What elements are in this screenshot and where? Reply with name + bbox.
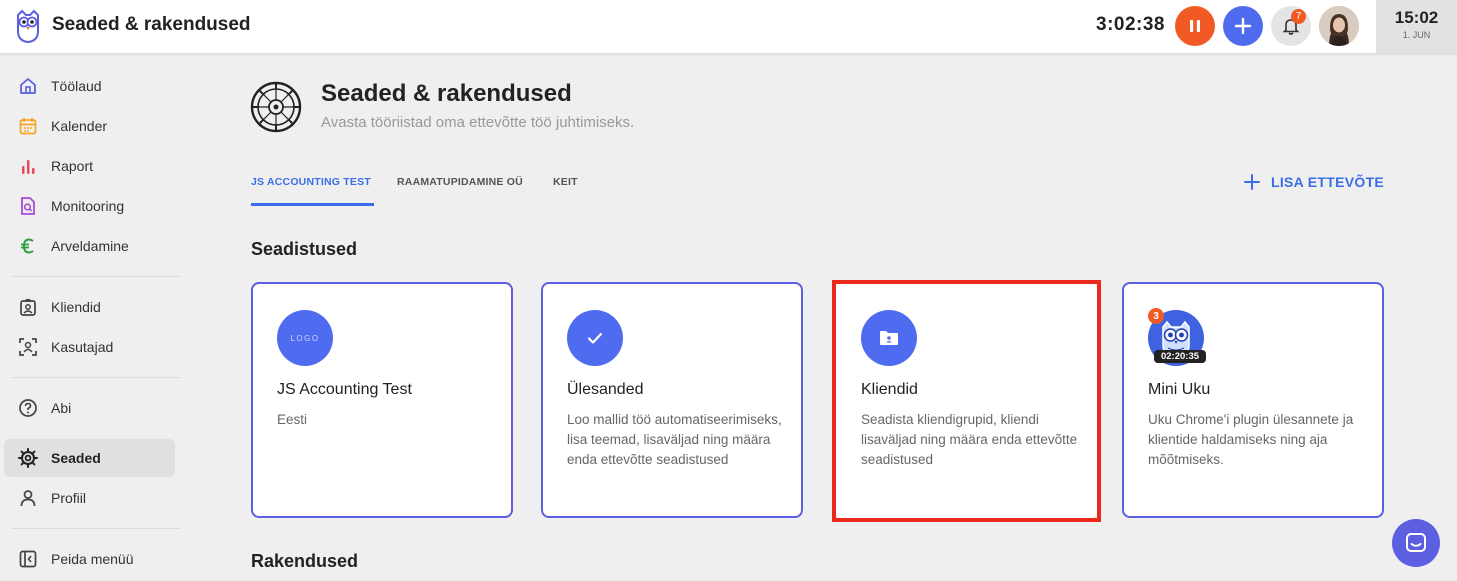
- chat-button[interactable]: [1392, 519, 1440, 567]
- sidebar-item-label: Profiil: [51, 490, 87, 506]
- card-description: Uku Chrome'i plugin ülesannete ja klient…: [1148, 412, 1354, 467]
- tab-keit[interactable]: KEIT: [553, 176, 578, 188]
- plus-icon: [1244, 174, 1260, 190]
- monitor-document-icon: [21, 197, 35, 215]
- active-tab-indicator: [251, 203, 374, 206]
- apps-section-title: Rakendused: [251, 551, 359, 571]
- sidebar-item-label: Peida menüü: [51, 551, 134, 567]
- home-icon: [20, 78, 36, 94]
- tab-js-accounting-test[interactable]: JS ACCOUNTING TEST: [251, 176, 371, 188]
- card-title: Mini Uku: [1148, 381, 1211, 398]
- user-scan-icon: [19, 338, 37, 356]
- notification-count-badge: 7: [1291, 9, 1306, 24]
- app-title: Seaded & rakendused: [52, 14, 251, 35]
- sidebar: Töölaud Kalender Raport Monitooring Arve…: [0, 53, 182, 581]
- gear-icon: [18, 448, 38, 468]
- card-tasks[interactable]: Ülesanded Loo mallid töö automatiseerimi…: [541, 282, 803, 518]
- sidebar-item-abi[interactable]: Abi: [4, 389, 175, 427]
- checkmark-circle: [567, 310, 623, 366]
- bar-chart-icon: [22, 160, 35, 174]
- card-company[interactable]: LOGO JS Accounting Test Eesti: [251, 282, 513, 518]
- clock-time: 15:02: [1394, 8, 1439, 27]
- add-button[interactable]: [1223, 6, 1263, 46]
- sidebar-divider: [12, 276, 180, 277]
- clock-date: 1. JUN: [1402, 30, 1431, 40]
- sidebar-item-kliendid[interactable]: Kliendid: [4, 288, 175, 326]
- collapse-sidebar-icon: [19, 550, 37, 568]
- tab-raamatupidamine-ou[interactable]: RAAMATUPIDAMINE OÜ: [397, 176, 523, 188]
- profile-icon: [20, 490, 36, 507]
- sidebar-item-label: Raport: [51, 158, 94, 174]
- logo-text: LOGO: [290, 333, 320, 343]
- sidebar-item-profiil[interactable]: Profiil: [4, 479, 175, 517]
- sidebar-divider: [12, 377, 180, 378]
- page-title: Seaded & rakendused: [321, 80, 572, 107]
- client-badge-icon: [20, 299, 36, 316]
- euro-icon: [21, 238, 34, 254]
- top-bar: Seaded & rakendused 3:02:38 7 15:02 1. J…: [0, 0, 1457, 53]
- add-company-label: LISA ETTEVÕTE: [1271, 174, 1385, 190]
- card-description: Loo mallid töö automatiseerimiseks, lisa…: [567, 412, 782, 467]
- sidebar-item-label: Abi: [51, 400, 72, 416]
- sidebar-item-label: Monitooring: [51, 198, 125, 214]
- hide-menu-button[interactable]: Peida menüü: [4, 540, 175, 578]
- sidebar-item-label: Arveldamine: [51, 238, 129, 254]
- pause-timer-button[interactable]: [1175, 6, 1215, 46]
- owl-logo-icon[interactable]: [14, 9, 42, 43]
- card-description: Seadista kliendigrupid, kliendi lisavälj…: [861, 412, 1078, 467]
- card-mini-uku[interactable]: 3 02:20:35 Mini Uku Uku Chrome'i plugin …: [1122, 282, 1384, 518]
- client-folder-icon: [880, 331, 898, 345]
- avatar-photo-icon: [1319, 6, 1359, 46]
- card-title: Ülesanded: [567, 381, 644, 398]
- sidebar-item-kalender[interactable]: Kalender: [4, 107, 175, 145]
- sidebar-item-label: Kliendid: [51, 299, 101, 315]
- sidebar-item-seaded[interactable]: Seaded: [4, 439, 175, 477]
- sidebar-item-label: Seaded: [51, 450, 101, 466]
- settings-section-title: Seadistused: [251, 239, 358, 259]
- card-description: Eesti: [277, 412, 308, 427]
- mini-uku-badge: 3: [1148, 308, 1164, 324]
- page-subtitle: Avasta tööriistad oma ettevõtte töö juht…: [321, 114, 635, 131]
- user-avatar[interactable]: [1319, 6, 1359, 46]
- plus-icon: [1234, 17, 1252, 35]
- clock-widget: 15:02 1. JUN: [1376, 0, 1457, 53]
- sidebar-item-monitooring[interactable]: Monitooring: [4, 187, 175, 225]
- card-title: Kliendid: [861, 381, 918, 398]
- sidebar-item-toolaud[interactable]: Töölaud: [4, 67, 175, 105]
- add-company-button[interactable]: LISA ETTEVÕTE: [1243, 173, 1384, 191]
- card-clients[interactable]: Kliendid Seadista kliendigrupid, kliendi…: [835, 282, 1097, 518]
- card-title: JS Accounting Test: [277, 381, 412, 398]
- calendar-icon: [19, 118, 37, 135]
- sidebar-item-raport[interactable]: Raport: [4, 147, 175, 185]
- company-logo-placeholder: LOGO: [277, 310, 333, 366]
- sidebar-item-label: Kalender: [51, 118, 108, 134]
- settings-wheel-icon: [250, 81, 302, 133]
- sidebar-item-arveldamine[interactable]: Arveldamine: [4, 227, 175, 265]
- time-tracker-display[interactable]: 3:02:38: [1096, 14, 1165, 36]
- chat-icon: [1406, 533, 1426, 552]
- checkmark-icon: [587, 332, 603, 344]
- client-folder-circle: [861, 310, 917, 366]
- sidebar-divider: [12, 528, 180, 529]
- mini-uku-timer: 02:20:35: [1154, 350, 1206, 363]
- sidebar-item-label: Kasutajad: [51, 339, 114, 355]
- pause-icon: [1190, 20, 1200, 32]
- sidebar-item-kasutajad[interactable]: Kasutajad: [4, 328, 175, 366]
- sidebar-item-label: Töölaud: [51, 78, 102, 94]
- help-icon: [19, 399, 37, 417]
